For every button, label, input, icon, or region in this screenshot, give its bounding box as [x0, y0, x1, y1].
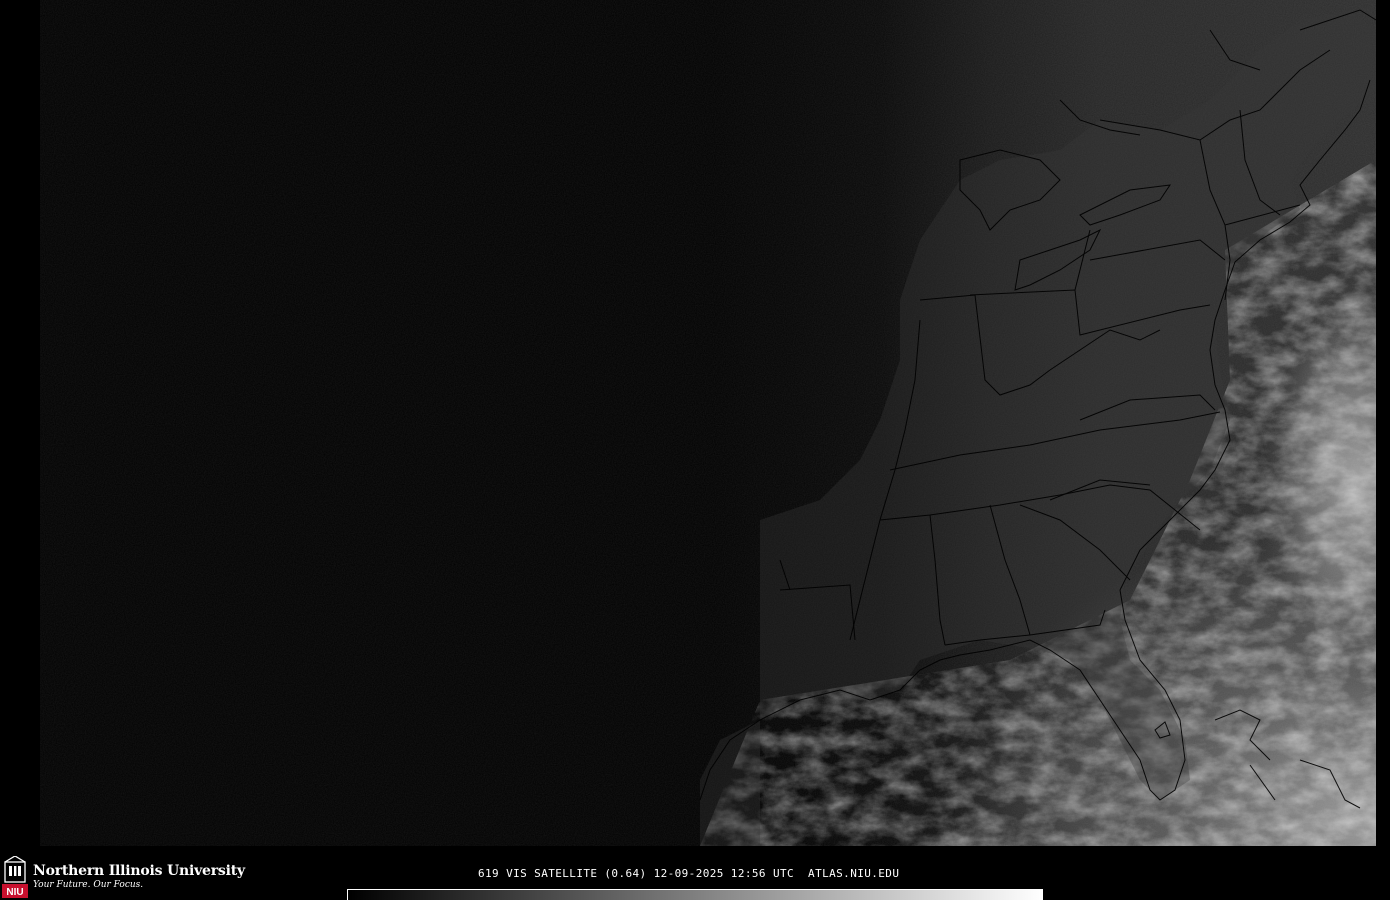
university-name: Northern Illinois University [33, 863, 245, 879]
image-caption: 619 VIS SATELLITE (0.64) 12-09-2025 12:5… [478, 867, 900, 880]
niu-tower-icon: NIU [2, 856, 28, 898]
satellite-viewer: NIU Northern Illinois University Your Fu… [0, 0, 1390, 900]
logo-text: NIU [6, 887, 23, 898]
university-tagline: Your Future. Our Focus. [33, 880, 144, 890]
satellite-image [0, 0, 1376, 846]
grayscale-colorbar [347, 889, 1043, 900]
university-logo[interactable]: NIU Northern Illinois University Your Fu… [2, 856, 245, 900]
satellite-map [0, 0, 1376, 846]
